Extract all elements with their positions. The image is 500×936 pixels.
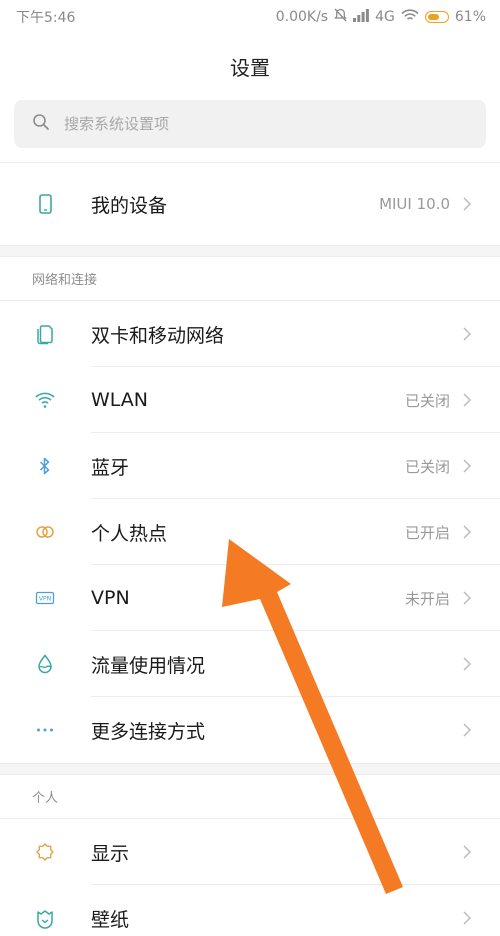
hotspot-icon [31, 518, 59, 546]
chevron-right-icon [462, 196, 476, 212]
chevron-right-icon [462, 524, 476, 540]
row-value: 已关闭 [404, 391, 450, 410]
row-label: 流量使用情况 [91, 654, 206, 677]
chevron-right-icon [462, 844, 476, 860]
settings-row-data-usage[interactable]: 流量使用情况 [0, 631, 500, 697]
wallpaper-icon [31, 904, 59, 932]
row-value: 未开启 [404, 589, 450, 608]
settings-row-vpn[interactable]: VPN VPN 未开启 [0, 565, 500, 631]
section-header-network: 网络和连接 [0, 257, 500, 301]
my-device-value: MIUI 10.0 [379, 195, 450, 213]
chevron-right-icon [462, 326, 476, 342]
phone-icon [31, 190, 59, 218]
status-icons: 0.00K/s 4G 61% [276, 8, 486, 26]
mute-icon [334, 8, 347, 26]
chevron-right-icon [462, 656, 476, 672]
row-value: 已开启 [404, 523, 450, 542]
row-label: 壁纸 [91, 908, 130, 931]
page-title: 设置 [230, 55, 270, 80]
settings-row-more-connections[interactable]: 更多连接方式 [0, 697, 500, 763]
chevron-right-icon [462, 392, 476, 408]
wifi-status-icon [401, 8, 419, 26]
my-device-row[interactable]: 我的设备 MIUI 10.0 [0, 163, 500, 245]
status-time: 下午5:46 [16, 10, 76, 26]
search-icon [32, 113, 64, 135]
row-label: 个人热点 [91, 522, 168, 545]
search-input[interactable] [64, 115, 444, 133]
battery-level: 61% [454, 9, 486, 25]
settings-row-bluetooth[interactable]: 蓝牙 已关闭 [0, 433, 500, 499]
data-usage-icon [31, 650, 59, 678]
settings-row-display[interactable]: 显示 [0, 819, 500, 885]
chevron-right-icon [462, 590, 476, 606]
chevron-right-icon [462, 722, 476, 738]
bluetooth-icon [31, 452, 59, 480]
wifi-icon [31, 386, 59, 414]
settings-row-dual-sim[interactable]: 双卡和移动网络 [0, 301, 500, 367]
section-gap [0, 763, 500, 775]
settings-row-wallpaper[interactable]: 壁纸 [0, 885, 500, 936]
section-header-personal: 个人 [0, 775, 500, 819]
row-label: 更多连接方式 [91, 720, 206, 743]
my-device-label: 我的设备 [91, 194, 168, 217]
row-label: 显示 [91, 842, 130, 865]
row-value: 已关闭 [404, 457, 450, 476]
net-speed: 0.00K/s [275, 9, 329, 25]
sim-card-icon [31, 320, 59, 348]
chevron-right-icon [462, 910, 476, 926]
row-label: 双卡和移动网络 [91, 324, 225, 347]
signal-icon [353, 8, 370, 26]
vpn-icon: VPN [31, 584, 59, 612]
battery-icon [424, 11, 449, 23]
search-container [0, 98, 500, 162]
section-gap [0, 245, 500, 257]
settings-row-hotspot[interactable]: 个人热点 已开启 [0, 499, 500, 565]
chevron-right-icon [462, 458, 476, 474]
settings-row-wlan[interactable]: WLAN 已关闭 [0, 367, 500, 433]
svg-text:VPN: VPN [39, 595, 52, 602]
search-bar[interactable] [14, 100, 486, 148]
row-label: 蓝牙 [91, 456, 130, 479]
display-icon [31, 838, 59, 866]
status-bar: 下午5:46 0.00K/s 4G 61% [0, 0, 500, 34]
row-label: VPN [91, 587, 130, 609]
network-type: 4G [375, 9, 395, 25]
more-dots-icon [31, 716, 59, 744]
row-label: WLAN [91, 389, 149, 411]
